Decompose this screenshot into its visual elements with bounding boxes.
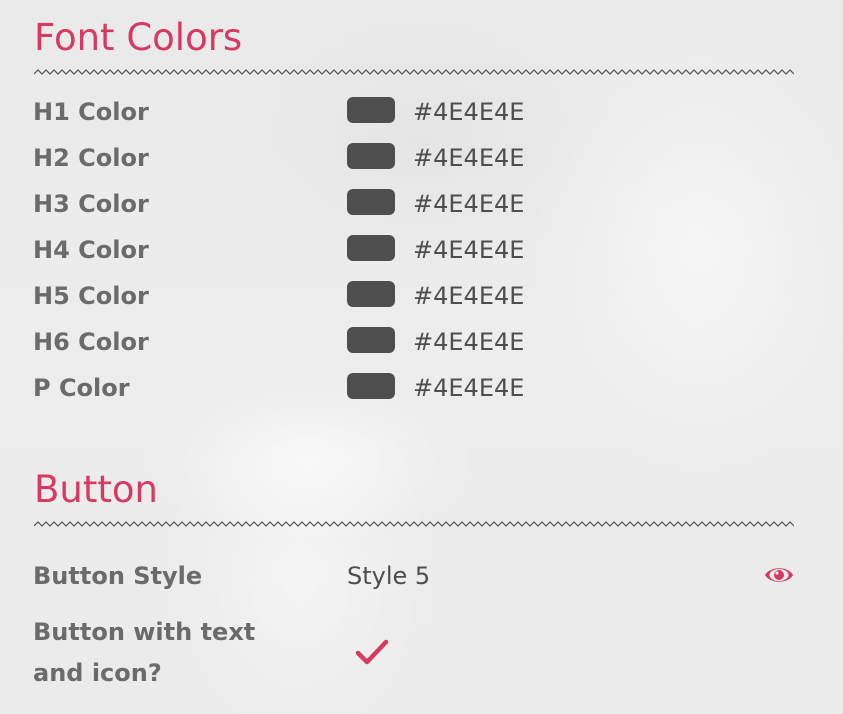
color-row-h3: H3 Color #4E4E4E [33, 187, 793, 221]
color-hex-value: #4E4E4E [413, 282, 525, 310]
section-divider-font-colors [34, 69, 794, 75]
color-row-label: H5 Color [33, 282, 149, 310]
button-style-select[interactable]: Style 5 [347, 559, 430, 593]
eye-pupil [774, 570, 784, 580]
eye-icon[interactable] [764, 565, 794, 585]
wavy-line [34, 521, 794, 527]
color-row-label: H1 Color [33, 98, 149, 126]
color-swatch[interactable] [347, 189, 395, 215]
eye-highlight [775, 571, 779, 575]
color-row-label: H4 Color [33, 236, 149, 264]
color-hex-value: #4E4E4E [413, 190, 525, 218]
color-hex-value: #4E4E4E [413, 328, 525, 356]
color-row-label: H6 Color [33, 328, 149, 356]
color-swatch[interactable] [347, 97, 395, 123]
color-swatch[interactable] [347, 327, 395, 353]
button-text-icon-row: Button with text and icon? [33, 612, 793, 694]
color-row-h1: H1 Color #4E4E4E [33, 95, 793, 129]
check-icon[interactable] [355, 638, 389, 666]
section-divider-button [34, 521, 794, 527]
color-row-label: H3 Color [33, 190, 149, 218]
color-swatch[interactable] [347, 373, 395, 399]
button-style-label: Button Style [33, 562, 203, 590]
wavy-line [34, 69, 794, 75]
color-row-label: P Color [33, 374, 130, 402]
color-row-h4: H4 Color #4E4E4E [33, 233, 793, 267]
color-hex-value: #4E4E4E [413, 144, 525, 172]
color-swatch[interactable] [347, 143, 395, 169]
color-swatch[interactable] [347, 281, 395, 307]
check-mark [355, 639, 389, 665]
color-row-h2: H2 Color #4E4E4E [33, 141, 793, 175]
color-hex-value: #4E4E4E [413, 98, 525, 126]
section-title-button: Button [34, 468, 158, 511]
color-row-h5: H5 Color #4E4E4E [33, 279, 793, 313]
color-swatch[interactable] [347, 235, 395, 261]
button-text-icon-label: Button with text and icon? [33, 618, 256, 687]
color-row-p: P Color #4E4E4E [33, 371, 793, 405]
color-hex-value: #4E4E4E [413, 236, 525, 264]
button-style-row: Button Style Style 5 [33, 559, 793, 593]
color-hex-value: #4E4E4E [413, 374, 525, 402]
section-title-font-colors: Font Colors [34, 16, 243, 59]
color-row-label: H2 Color [33, 144, 149, 172]
color-row-h6: H6 Color #4E4E4E [33, 325, 793, 359]
